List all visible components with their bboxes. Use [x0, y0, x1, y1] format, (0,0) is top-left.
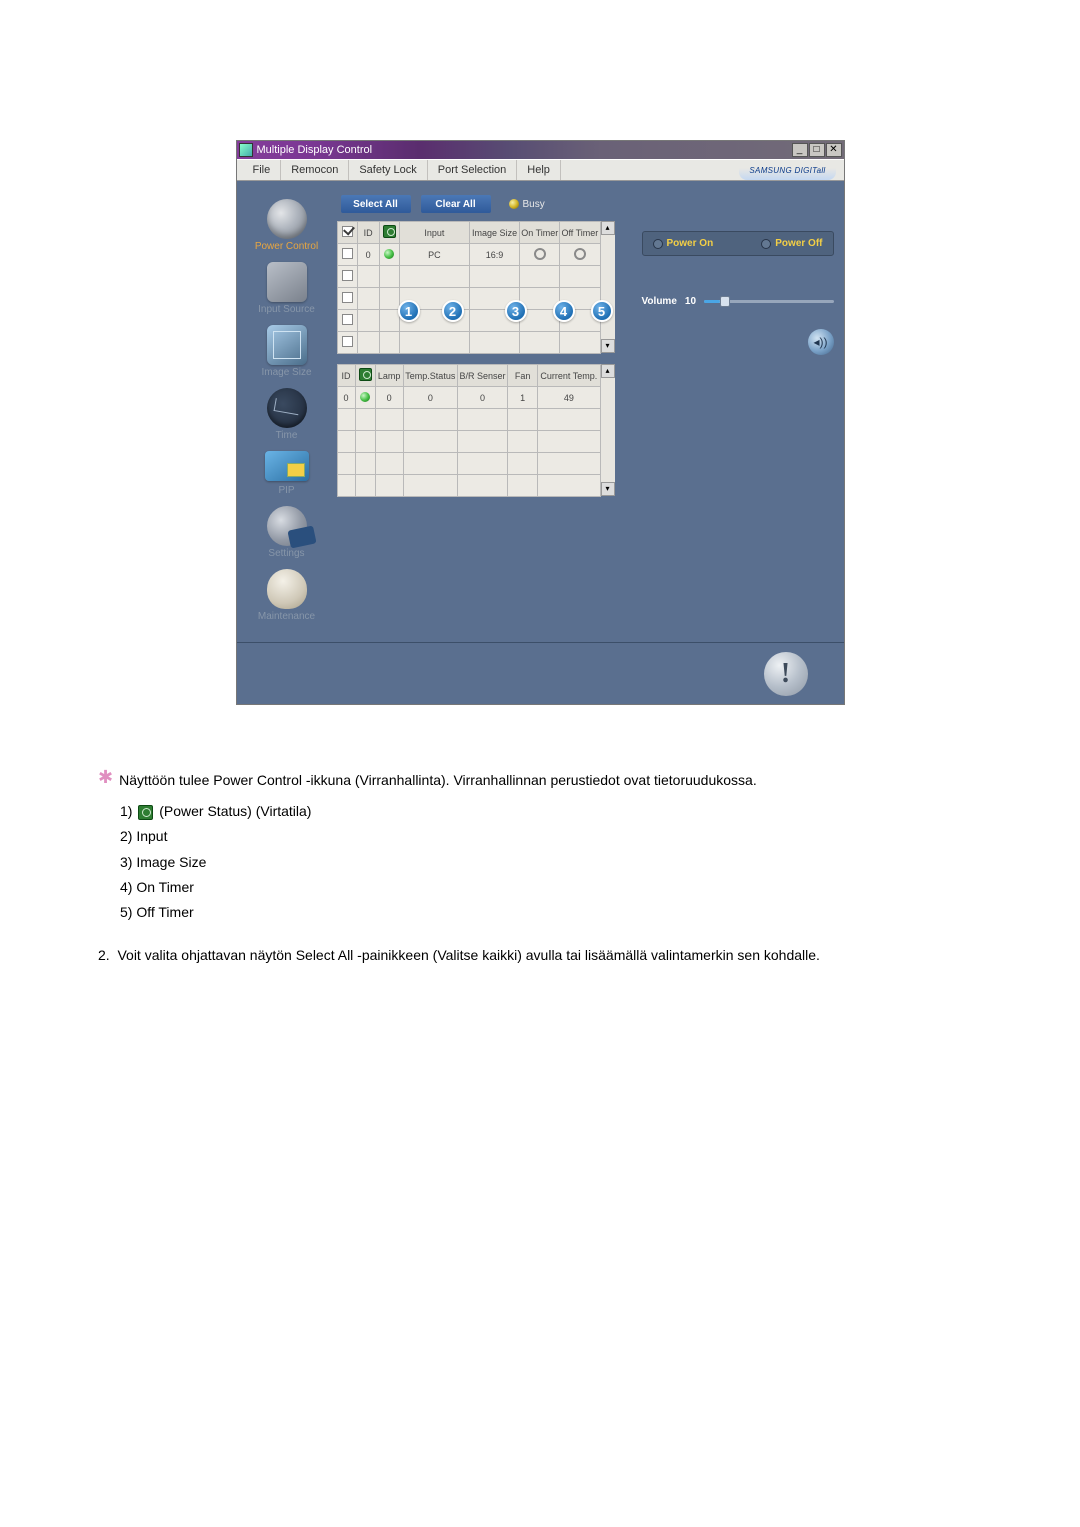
alert-icon: !	[764, 652, 808, 696]
slider-thumb[interactable]	[720, 296, 730, 307]
pip-icon	[265, 451, 309, 481]
scroll-down-button[interactable]: ▾	[601, 339, 615, 353]
table-row[interactable]: 0 0 0 0 1 49	[337, 387, 600, 409]
menu-help[interactable]: Help	[517, 160, 561, 180]
brand-logo: SAMSUNG DIGITall	[739, 160, 835, 180]
minimize-button[interactable]: _	[792, 143, 808, 157]
input-source-icon	[267, 262, 307, 302]
busy-indicator: Busy	[509, 199, 545, 210]
time-icon	[267, 388, 307, 428]
list-item: 1) (Power Status) (Virtatila)	[120, 800, 990, 822]
sidebar-item-maintenance[interactable]: Maintenance	[237, 569, 337, 622]
menu-safety-lock[interactable]: Safety Lock	[349, 160, 427, 180]
scroll-up-button[interactable]: ▴	[601, 364, 615, 378]
power-status-badge-icon	[138, 805, 153, 820]
sidebar: Power Control Input Source Image Size Ti…	[237, 191, 337, 632]
header-check-icon	[342, 226, 353, 237]
power-status-header-icon	[383, 225, 396, 238]
list-item: 4) On Timer	[120, 876, 990, 898]
sidebar-item-label: Time	[237, 430, 337, 441]
sidebar-item-label: PIP	[237, 485, 337, 496]
app-window: Multiple Display Control _ □ ✕ File Remo…	[236, 140, 845, 705]
grid-scrollbar[interactable]: ▴ ▾	[601, 221, 615, 353]
title-bar: Multiple Display Control _ □ ✕	[237, 141, 844, 159]
list-item: 3) Image Size	[120, 851, 990, 873]
settings-icon	[267, 506, 307, 546]
app-icon	[239, 143, 253, 157]
volume-slider[interactable]	[704, 300, 833, 303]
device-grid: ID Input Image Size On Timer Off Timer 0…	[337, 221, 601, 354]
footer-strip: !	[237, 642, 844, 704]
maintenance-icon	[267, 569, 307, 609]
status-grid: ID Lamp Temp.Status B/R Senser Fan Curre…	[337, 364, 601, 497]
speaker-icon[interactable]: ◂))	[808, 329, 834, 355]
volume-label: Volume	[642, 296, 677, 307]
table-row	[337, 431, 600, 453]
menu-bar: File Remocon Safety Lock Port Selection …	[237, 159, 844, 181]
window-title: Multiple Display Control	[257, 144, 373, 156]
power-off-radio[interactable]: Power Off	[761, 238, 822, 249]
star-bullet-icon: ✱	[98, 767, 113, 787]
maximize-button[interactable]: □	[809, 143, 825, 157]
volume-value: 10	[685, 296, 696, 307]
table-row	[337, 409, 600, 431]
table-row[interactable]	[337, 332, 600, 354]
power-status-icon	[360, 392, 370, 402]
sidebar-item-time[interactable]: Time	[237, 388, 337, 441]
table-row[interactable]: 0 PC 16:9	[337, 244, 600, 266]
sidebar-item-image-size[interactable]: Image Size	[237, 325, 337, 378]
menu-port-selection[interactable]: Port Selection	[428, 160, 517, 180]
table-row	[337, 475, 600, 497]
clear-all-button[interactable]: Clear All	[421, 195, 491, 213]
doc-text: ✱Näyttöön tulee Power Control -ikkuna (V…	[98, 765, 990, 966]
control-panel: Power On Power Off Volume 10 ◂))	[634, 191, 844, 632]
doc-note: 2. Voit valita ohjattavan näytön Select …	[98, 944, 990, 966]
select-all-button[interactable]: Select All	[341, 195, 411, 213]
table-row[interactable]	[337, 288, 600, 310]
radio-dot-icon	[653, 239, 663, 249]
scroll-up-button[interactable]: ▴	[601, 221, 615, 235]
menu-file[interactable]: File	[243, 160, 282, 180]
power-on-radio[interactable]: Power On	[653, 238, 714, 249]
sidebar-item-power-control[interactable]: Power Control	[237, 199, 337, 252]
row-checkbox[interactable]	[342, 248, 353, 259]
radio-dot-icon	[761, 239, 771, 249]
power-status-icon	[384, 249, 394, 259]
sidebar-item-input-source[interactable]: Input Source	[237, 262, 337, 315]
power-status-header-icon	[359, 368, 372, 381]
sidebar-item-pip[interactable]: PIP	[237, 451, 337, 496]
sidebar-item-label: Maintenance	[237, 611, 337, 622]
busy-led-icon	[509, 199, 519, 209]
off-timer-icon	[574, 248, 586, 260]
sidebar-item-label: Image Size	[237, 367, 337, 378]
sidebar-item-label: Input Source	[237, 304, 337, 315]
grid-scrollbar[interactable]: ▴ ▾	[601, 364, 615, 496]
on-timer-icon	[534, 248, 546, 260]
close-button[interactable]: ✕	[826, 143, 842, 157]
list-item: 2) Input	[120, 825, 990, 847]
table-row[interactable]	[337, 310, 600, 332]
list-item: 5) Off Timer	[120, 901, 990, 923]
power-control-icon	[267, 199, 307, 239]
menu-remocon[interactable]: Remocon	[281, 160, 349, 180]
sidebar-item-label: Settings	[237, 548, 337, 559]
window-controls: _ □ ✕	[791, 143, 842, 157]
image-size-icon	[267, 325, 307, 365]
table-row[interactable]	[337, 266, 600, 288]
sidebar-item-settings[interactable]: Settings	[237, 506, 337, 559]
table-row	[337, 453, 600, 475]
sidebar-item-label: Power Control	[237, 241, 337, 252]
scroll-down-button[interactable]: ▾	[601, 482, 615, 496]
